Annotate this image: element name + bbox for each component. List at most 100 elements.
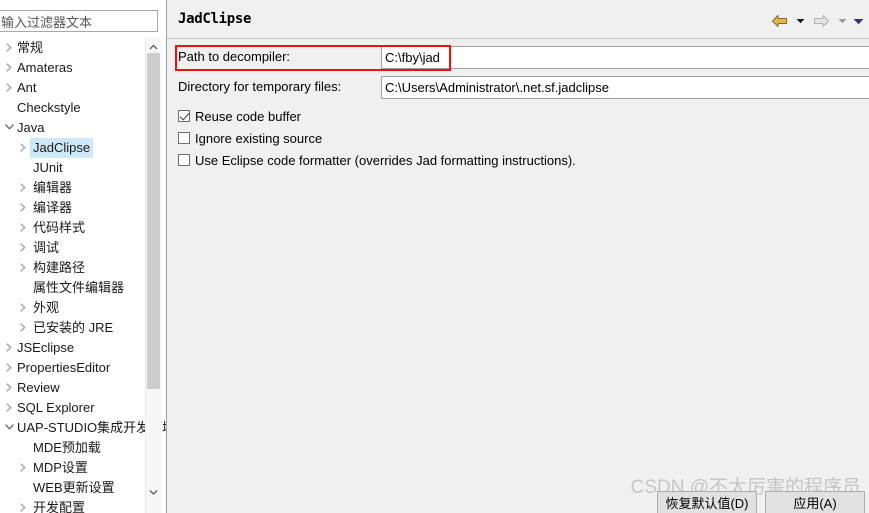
- reuse-code-buffer-checkbox-row[interactable]: Reuse code buffer: [178, 106, 301, 126]
- chevron-right-icon[interactable]: [16, 218, 30, 238]
- forward-dropdown-chevron-down-icon[interactable]: [835, 11, 849, 31]
- page-title: JadClipse: [178, 11, 252, 27]
- tree-item[interactable]: Ant: [0, 78, 140, 98]
- tree-item-label: 已安装的 JRE: [33, 320, 114, 335]
- tree-item[interactable]: Checkstyle: [0, 98, 140, 118]
- tree-item[interactable]: Review: [0, 378, 140, 398]
- tree-item[interactable]: 代码样式: [0, 218, 140, 238]
- chevron-right-icon[interactable]: [16, 138, 30, 158]
- tree-item-label: 代码样式: [33, 220, 86, 235]
- chevron-right-icon[interactable]: [16, 298, 30, 318]
- reuse-code-buffer-label: Reuse code buffer: [195, 108, 301, 124]
- filter-box: [0, 10, 158, 32]
- tree-item[interactable]: 常规: [0, 38, 140, 58]
- back-dropdown-chevron-down-icon[interactable]: [793, 11, 807, 31]
- tree-item-label: JadClipse: [30, 138, 94, 158]
- tree-item[interactable]: MDE预加载: [0, 438, 140, 458]
- tree-item[interactable]: PropertiesEditor: [0, 358, 140, 378]
- header-divider: [167, 38, 869, 39]
- preferences-tree[interactable]: 常规 Amateras Ant Checkstyle Java JadClipse JUni…: [0, 38, 166, 513]
- tree-item-label: 编译器: [33, 200, 73, 215]
- tree-item-label: MDE预加载: [33, 440, 101, 455]
- menu-chevron-down-icon[interactable]: [851, 11, 865, 31]
- checkbox-icon[interactable]: [178, 110, 190, 122]
- chevron-right-icon[interactable]: [2, 398, 16, 418]
- chevron-right-icon[interactable]: [2, 378, 16, 398]
- tree-item-list: 常规 Amateras Ant Checkstyle Java JadClipse JUni…: [0, 38, 166, 513]
- tree-item[interactable]: JadClipse: [0, 138, 140, 158]
- restore-defaults-button[interactable]: 恢复默认值(D): [657, 491, 757, 513]
- tree-item-label: 常规: [17, 40, 44, 55]
- use-eclipse-formatter-label: Use Eclipse code formatter (overrides Ja…: [195, 152, 576, 168]
- tree-item[interactable]: 开发配置: [0, 498, 140, 513]
- tree-item-label: SQL Explorer: [17, 400, 95, 415]
- tree-item-label: MDP设置: [33, 460, 88, 475]
- tree-item-label: 编辑器: [33, 180, 73, 195]
- tree-item[interactable]: Java: [0, 118, 140, 138]
- chevron-right-icon[interactable]: [16, 318, 30, 338]
- path-to-decompiler-input[interactable]: [381, 46, 869, 69]
- forward-arrow-icon[interactable]: [809, 11, 833, 31]
- tree-item[interactable]: 构建路径: [0, 258, 140, 278]
- chevron-up-icon[interactable]: [146, 38, 161, 53]
- tree-item[interactable]: 编译器: [0, 198, 140, 218]
- path-to-decompiler-row: Path to decompiler:: [167, 46, 869, 69]
- temp-directory-label: Directory for temporary files:: [178, 79, 342, 94]
- tree-item[interactable]: 外观: [0, 298, 140, 318]
- tree-item[interactable]: WEB更新设置: [0, 478, 140, 498]
- checkbox-icon[interactable]: [178, 154, 190, 166]
- chevron-right-icon[interactable]: [2, 338, 16, 358]
- apply-button[interactable]: 应用(A): [765, 491, 865, 513]
- tree-item-label: JUnit: [33, 160, 63, 175]
- chevron-right-icon[interactable]: [16, 258, 30, 278]
- back-arrow-icon[interactable]: [767, 11, 791, 31]
- tree-item-label: 外观: [33, 300, 60, 315]
- chevron-down-icon[interactable]: [2, 118, 16, 138]
- chevron-right-icon[interactable]: [16, 178, 30, 198]
- chevron-right-icon[interactable]: [16, 238, 30, 258]
- checkbox-icon[interactable]: [178, 132, 190, 144]
- chevron-right-icon[interactable]: [16, 498, 30, 513]
- tree-item-label: Java: [17, 120, 45, 135]
- tree-item-label: Ant: [17, 80, 37, 95]
- dialog-button-bar: 恢复默认值(D) 应用(A): [657, 491, 865, 513]
- chevron-right-icon[interactable]: [2, 58, 16, 78]
- chevron-right-icon[interactable]: [2, 38, 16, 58]
- tree-item-label: WEB更新设置: [33, 480, 115, 495]
- tree-item[interactable]: MDP设置: [0, 458, 140, 478]
- chevron-down-icon[interactable]: [146, 483, 161, 498]
- chevron-right-icon[interactable]: [16, 198, 30, 218]
- preferences-content: JadClipse Path to decompiler: C:\fby\jad…: [167, 0, 869, 513]
- chevron-right-icon[interactable]: [16, 458, 30, 478]
- tree-item[interactable]: JUnit: [0, 158, 140, 178]
- tree-item[interactable]: SQL Explorer: [0, 398, 140, 418]
- navigation-controls: [767, 11, 865, 31]
- tree-item-label: JSEclipse: [17, 340, 75, 355]
- tree-item-label: 构建路径: [33, 260, 86, 275]
- tree-scrollbar[interactable]: [145, 38, 161, 513]
- tree-item[interactable]: 编辑器: [0, 178, 140, 198]
- tree-item-label: 开发配置: [33, 500, 86, 513]
- tree-item[interactable]: UAP-STUDIO集成开发环境: [0, 418, 166, 438]
- chevron-right-icon[interactable]: [2, 358, 16, 378]
- use-eclipse-formatter-checkbox-row[interactable]: Use Eclipse code formatter (overrides Ja…: [178, 150, 576, 170]
- tree-item-label: Amateras: [17, 60, 73, 75]
- tree-item[interactable]: 已安装的 JRE: [0, 318, 140, 338]
- tree-item-label: 调试: [33, 240, 60, 255]
- temp-directory-input[interactable]: [381, 76, 869, 99]
- temp-directory-row: Directory for temporary files:: [167, 76, 869, 99]
- tree-item[interactable]: JSEclipse: [0, 338, 140, 358]
- ignore-existing-source-checkbox-row[interactable]: Ignore existing source: [178, 128, 322, 148]
- filter-input[interactable]: [1, 13, 151, 31]
- tree-item[interactable]: Amateras: [0, 58, 140, 78]
- tree-item[interactable]: 属性文件编辑器: [0, 278, 140, 298]
- chevron-right-icon[interactable]: [2, 78, 16, 98]
- chevron-down-icon[interactable]: [2, 418, 16, 438]
- tree-item[interactable]: 调试: [0, 238, 140, 258]
- preferences-sidebar: 常规 Amateras Ant Checkstyle Java JadClipse JUni…: [0, 0, 167, 513]
- scrollbar-thumb[interactable]: [147, 53, 160, 389]
